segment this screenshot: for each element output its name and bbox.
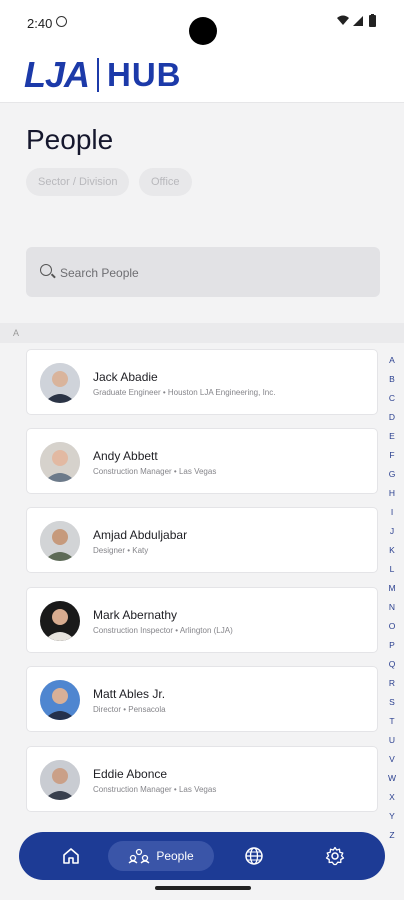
alpha-letter-x[interactable]: X (384, 788, 400, 807)
person-card[interactable]: Eddie Abonce Construction Manager • Las … (26, 746, 378, 812)
filter-sector-division[interactable]: Sector / Division (26, 168, 130, 196)
nav-people-label: People (156, 849, 194, 863)
home-indicator (155, 886, 251, 890)
lja-hub-logo[interactable]: LJA HUB (24, 54, 182, 96)
camera-cutout (189, 17, 217, 45)
alpha-letter-p[interactable]: P (384, 636, 400, 655)
alpha-letter-m[interactable]: M (384, 579, 400, 598)
gear-icon (325, 846, 345, 866)
person-name: Andy Abbett (93, 449, 158, 463)
search-bar[interactable] (26, 247, 380, 299)
person-name: Mark Abernathy (93, 608, 178, 622)
logo-divider (97, 58, 100, 92)
wifi-signal-battery-icon (337, 14, 376, 27)
alpha-letter-b[interactable]: B (384, 370, 400, 389)
alpha-letter-s[interactable]: S (384, 693, 400, 712)
alpha-letter-a[interactable]: A (384, 351, 400, 370)
alpha-letter-u[interactable]: U (384, 731, 400, 750)
alpha-letter-o[interactable]: O (384, 617, 400, 636)
logo-hub-text: HUB (107, 56, 182, 93)
alpha-letter-i[interactable]: I (384, 503, 400, 522)
people-icon (128, 848, 150, 864)
person-card[interactable]: Jack Abadie Graduate Engineer • Houston … (26, 349, 378, 415)
person-card[interactable]: Matt Ables Jr. Director • Pensacola (26, 666, 378, 732)
alpha-letter-y[interactable]: Y (384, 807, 400, 826)
avatar (40, 521, 80, 561)
status-bar: 2:40 (0, 0, 404, 46)
globe-icon (245, 847, 263, 865)
alpha-letter-f[interactable]: F (384, 446, 400, 465)
section-letter: A (13, 328, 20, 338)
person-name: Matt Ables Jr. (93, 687, 166, 701)
person-name: Amjad Abduljabar (93, 528, 188, 542)
system-icons (336, 14, 380, 31)
alpha-letter-l[interactable]: L (384, 560, 400, 579)
alpha-letter-g[interactable]: G (384, 465, 400, 484)
avatar (40, 760, 80, 800)
app-header: LJA HUB (0, 46, 404, 103)
page-title: People (26, 124, 114, 155)
avatar (40, 442, 80, 482)
status-time: 2:40 (27, 16, 53, 31)
alpha-letter-t[interactable]: T (384, 712, 400, 731)
bottom-navigation: People (19, 832, 385, 880)
alpha-letter-w[interactable]: W (384, 769, 400, 788)
alpha-letter-k[interactable]: K (384, 541, 400, 560)
person-name: Eddie Abonce (93, 767, 168, 781)
alpha-letter-e[interactable]: E (384, 427, 400, 446)
home-icon (63, 848, 79, 864)
person-meta: Graduate Engineer • Houston LJA Engineer… (93, 388, 276, 397)
alpha-letter-n[interactable]: N (384, 598, 400, 617)
avatar (40, 363, 80, 403)
section-header: A (0, 323, 404, 343)
person-meta: Designer • Katy (93, 546, 149, 555)
alphabet-index: A B C D E F G H I J K L M N O P Q R S T … (384, 351, 400, 845)
person-name: Jack Abadie (93, 370, 158, 384)
alpha-letter-q[interactable]: Q (384, 655, 400, 674)
alpha-letter-h[interactable]: H (384, 484, 400, 503)
avatar (40, 601, 80, 641)
alpha-letter-v[interactable]: V (384, 750, 400, 769)
alpha-letter-r[interactable]: R (384, 674, 400, 693)
person-card[interactable]: Amjad Abduljabar Designer • Katy (26, 507, 378, 573)
person-card[interactable]: Andy Abbett Construction Manager • Las V… (26, 428, 378, 494)
nav-people[interactable]: People (108, 841, 214, 871)
person-meta: Construction Manager • Las Vegas (93, 785, 217, 794)
nav-home[interactable] (55, 832, 87, 880)
nav-globe[interactable] (238, 832, 270, 880)
logo-lja-text: LJA (24, 54, 90, 95)
search-input[interactable] (58, 247, 362, 299)
person-card[interactable]: Mark Abernathy Construction Inspector • … (26, 587, 378, 653)
person-meta: Director • Pensacola (93, 705, 166, 714)
alpha-letter-d[interactable]: D (384, 408, 400, 427)
person-meta: Construction Manager • Las Vegas (93, 467, 217, 476)
alpha-letter-z[interactable]: Z (384, 826, 400, 845)
search-icon (40, 264, 52, 276)
person-meta: Construction Inspector • Arlington (LJA) (93, 626, 233, 635)
do-not-disturb-icon (56, 16, 67, 27)
alpha-letter-c[interactable]: C (384, 389, 400, 408)
avatar (40, 680, 80, 720)
filter-office[interactable]: Office (139, 168, 192, 196)
alpha-letter-j[interactable]: J (384, 522, 400, 541)
nav-settings[interactable] (319, 832, 351, 880)
